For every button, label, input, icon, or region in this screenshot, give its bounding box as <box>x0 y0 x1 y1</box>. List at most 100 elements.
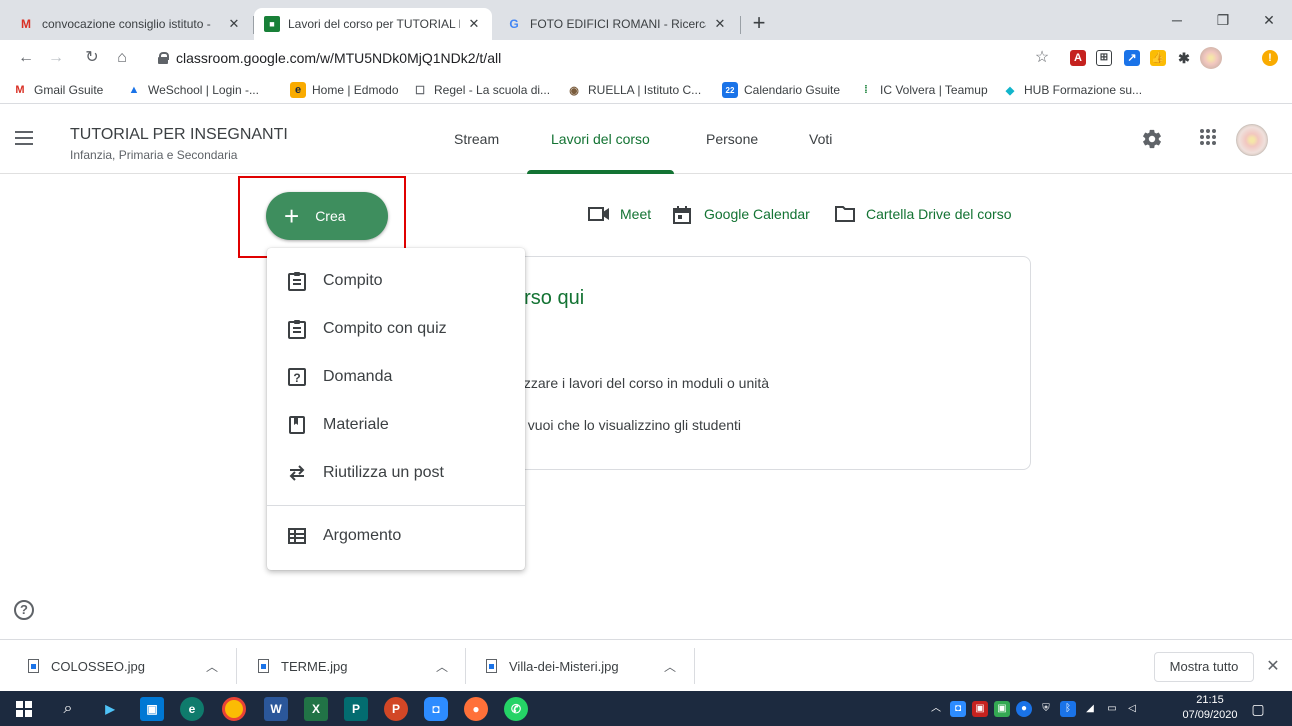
zoom-tray-icon[interactable]: ◘ <box>950 701 966 717</box>
profile-avatar-icon[interactable] <box>1200 47 1222 69</box>
update-alert-icon[interactable]: ! <box>1262 50 1278 66</box>
reload-icon[interactable]: ↻ <box>80 46 104 70</box>
powerpoint-app-icon[interactable]: P <box>384 697 408 721</box>
reuse-icon <box>287 463 307 483</box>
menu-item-materiale[interactable]: Materiale <box>267 401 525 449</box>
tab-close-icon[interactable]: ✕ <box>466 16 482 32</box>
arrow-extension-icon[interactable]: ↗ <box>1124 50 1140 66</box>
home-icon[interactable]: ⌂ <box>110 46 134 70</box>
bookmarks-bar: M Gmail Gsuite ▲ WeSchool | Login -... e… <box>0 76 1292 104</box>
tab-close-icon[interactable]: ✕ <box>712 16 728 32</box>
bookmark-regel[interactable]: ☐ Regel - La scuola di... <box>412 81 550 99</box>
new-tab-button[interactable]: + <box>745 10 773 38</box>
menu-item-domanda[interactable]: ? Domanda <box>267 353 525 401</box>
bluetooth-icon[interactable]: ᛒ <box>1060 701 1076 717</box>
bookmark-star-icon[interactable]: ☆ <box>1030 46 1054 70</box>
extensions-puzzle-icon[interactable]: ✱ <box>1176 50 1192 66</box>
create-button-label: Crea <box>315 208 346 224</box>
whatsapp-app-icon[interactable]: ✆ <box>504 697 528 721</box>
bookmark-calendario[interactable]: 22 Calendario Gsuite <box>722 81 840 99</box>
create-menu: Compito Compito con quiz ? Domanda Mater… <box>267 248 525 570</box>
tab-stream[interactable]: Stream <box>430 104 523 174</box>
task-view-icon[interactable]: ▶ <box>98 697 122 721</box>
chevron-up-icon[interactable]: ︿ <box>436 658 448 675</box>
shield-tray-icon[interactable]: ⛨ <box>1038 701 1054 717</box>
download-item-terme[interactable]: TERME.jpg ︿ <box>258 654 458 678</box>
menu-item-compito[interactable]: Compito <box>267 257 525 305</box>
download-filename: Villa-dei-Misteri.jpg <box>509 658 619 674</box>
meet-link[interactable]: Meet <box>588 204 651 224</box>
edge-browser-icon[interactable]: e <box>180 697 204 721</box>
bookmark-label: Gmail Gsuite <box>34 83 104 97</box>
chevron-up-icon[interactable]: ︿ <box>664 658 676 675</box>
minimize-button[interactable]: ─ <box>1154 8 1200 32</box>
grid-extension-icon[interactable]: ⊞ <box>1096 50 1112 66</box>
restore-button[interactable]: ❐ <box>1200 8 1246 32</box>
menu-item-riutilizza[interactable]: Riutilizza un post <box>267 449 525 497</box>
excel-app-icon[interactable]: X <box>304 697 328 721</box>
classroom-icon: ■ <box>264 16 280 32</box>
help-icon[interactable]: ? <box>14 600 34 620</box>
zoom-app-icon[interactable]: ◘ <box>424 697 448 721</box>
drive-folder-link[interactable]: Cartella Drive del corso <box>834 204 1012 224</box>
tab-persone[interactable]: Persone <box>682 104 782 174</box>
red-tray-icon[interactable]: ▣ <box>972 701 988 717</box>
menu-icon[interactable] <box>12 126 36 150</box>
notification-icon[interactable]: ▢ <box>1250 701 1266 717</box>
plus-icon: + <box>284 201 300 231</box>
photos-app-icon[interactable]: ▣ <box>140 697 164 721</box>
edmodo-icon: e <box>290 82 306 98</box>
google-calendar-link[interactable]: Google Calendar <box>672 204 810 224</box>
bookmark-ruella[interactable]: ◉ RUELLA | Istituto C... <box>566 81 701 99</box>
chrome-browser-icon[interactable] <box>222 697 246 721</box>
window-close-button[interactable]: ✕ <box>1246 8 1292 32</box>
thumb-extension-icon[interactable]: 👍 <box>1150 50 1166 66</box>
green-tray-icon[interactable]: ▣ <box>994 701 1010 717</box>
bookmark-gmail[interactable]: M Gmail Gsuite <box>12 81 103 99</box>
menu-item-label: Riutilizza un post <box>323 464 444 481</box>
windows-start-icon[interactable] <box>12 697 36 721</box>
pdf-extension-icon[interactable]: A <box>1070 50 1086 66</box>
browser-tab-classroom[interactable]: ■ Lavori del corso per TUTORIAL PER ✕ <box>254 8 492 40</box>
browser-tab-google-search[interactable]: G FOTO EDIFICI ROMANI - Ricerca ✕ <box>496 8 738 40</box>
menu-item-label: Argomento <box>323 527 402 544</box>
download-shelf: COLOSSEO.jpg ︿ TERME.jpg ︿ Villa-dei-Mis… <box>0 639 1292 691</box>
create-button[interactable]: + Crea <box>266 192 388 240</box>
system-clock[interactable]: 21:15 07/09/2020 <box>1180 693 1240 723</box>
back-arrow-icon[interactable]: ← <box>14 46 38 70</box>
display-icon[interactable]: ▭ <box>1104 701 1120 717</box>
browser-tab-gmail[interactable]: M convocazione consiglio istituto - ✕ <box>8 8 252 40</box>
address-bar[interactable]: classroom.google.com/w/MTU5NDk0MjQ1NDk2/… <box>144 44 1064 72</box>
forward-arrow-icon[interactable]: → <box>44 46 68 70</box>
meet-tray-icon[interactable]: ● <box>1016 701 1032 717</box>
tab-voti[interactable]: Voti <box>785 104 856 174</box>
tab-lavori-del-corso[interactable]: Lavori del corso <box>527 104 674 174</box>
course-title[interactable]: TUTORIAL PER INSEGNANTI <box>70 126 288 144</box>
account-avatar[interactable] <box>1236 124 1268 156</box>
show-all-downloads-button[interactable]: Mostra tutto <box>1154 652 1254 682</box>
search-icon[interactable]: ⌕ <box>56 697 80 721</box>
menu-item-compito-con-quiz[interactable]: Compito con quiz <box>267 305 525 353</box>
google-icon: G <box>509 17 519 31</box>
tab-close-icon[interactable]: ✕ <box>226 16 242 32</box>
bookmark-edmodo[interactable]: e Home | Edmodo <box>290 81 399 99</box>
network-icon[interactable]: ◢ <box>1082 701 1098 717</box>
material-icon <box>287 415 307 435</box>
firefox-browser-icon[interactable]: ● <box>464 697 488 721</box>
gmail-icon: M <box>15 84 25 96</box>
download-item-colosseo[interactable]: COLOSSEO.jpg ︿ <box>28 654 228 678</box>
download-item-villa[interactable]: Villa-dei-Misteri.jpg ︿ <box>486 654 686 678</box>
bookmark-teamup[interactable]: ⁞ IC Volvera | Teamup <box>858 81 987 99</box>
close-shelf-icon[interactable]: ✕ <box>1264 656 1282 676</box>
volume-icon[interactable]: ◁ <box>1124 701 1140 717</box>
word-app-icon[interactable]: W <box>264 697 288 721</box>
bookmark-hub[interactable]: ◆ HUB Formazione su... <box>1002 81 1142 99</box>
settings-gear-icon[interactable] <box>1140 128 1164 152</box>
chevron-up-icon[interactable]: ︿ <box>206 658 218 675</box>
apps-grid-icon[interactable] <box>1196 128 1220 152</box>
empty-state-line1: nizzare i lavori del corso in moduli o u… <box>513 375 770 391</box>
menu-item-argomento[interactable]: Argomento <box>267 512 525 560</box>
publisher-app-icon[interactable]: P <box>344 697 368 721</box>
tray-expand-icon[interactable]: ︿ <box>928 701 944 717</box>
bookmark-weschool[interactable]: ▲ WeSchool | Login -... <box>126 81 259 99</box>
